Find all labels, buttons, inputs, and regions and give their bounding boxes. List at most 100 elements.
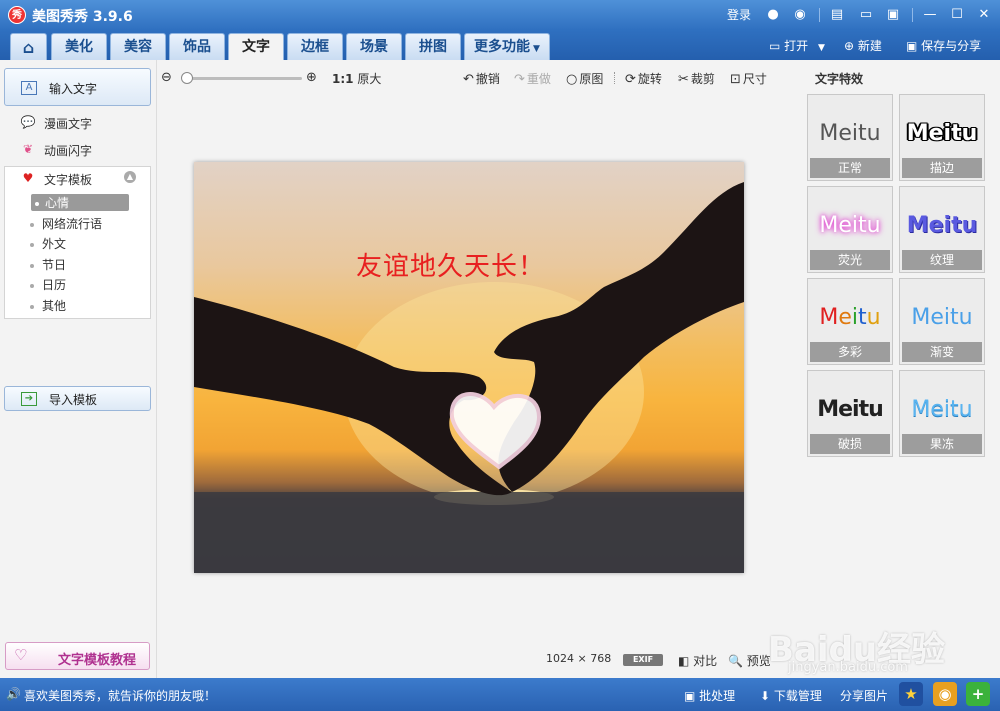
tab-more-features[interactable]: 更多功能 ▼ (464, 33, 550, 60)
zoom-slider-track[interactable] (184, 77, 302, 80)
app-logo-icon: 秀 (8, 6, 26, 24)
tab-text[interactable]: 文字 (228, 33, 284, 60)
exif-button[interactable]: EXIF (623, 654, 663, 666)
new-label: 新建 (857, 39, 882, 53)
rotate-button[interactable]: ⟳ 旋转 (625, 70, 662, 87)
save-share-label: 保存与分享 (921, 39, 982, 53)
compare-button[interactable]: ◧ 对比 (678, 652, 717, 669)
skin-icon[interactable]: ▤ (829, 7, 845, 23)
effect-glow[interactable]: Meitu 荧光 (807, 186, 893, 273)
import-template-button[interactable]: ➔ 导入模板 (4, 386, 151, 411)
weibo-icon[interactable]: ◉ (792, 7, 808, 23)
effect-label: 多彩 (810, 342, 890, 362)
undo-button[interactable]: ↶ 撤销 (463, 70, 500, 87)
effect-normal[interactable]: Meitu 正常 (807, 94, 893, 181)
effect-sample: Meitu (817, 397, 884, 422)
tab-frame[interactable]: 边框 (287, 33, 343, 60)
redo-button[interactable]: ↷ 重做 (514, 70, 551, 87)
zoom-in-button[interactable]: ⊕ (306, 70, 319, 85)
input-text-button[interactable]: A 输入文字 (4, 68, 151, 106)
image-height: 768 (590, 652, 612, 665)
effect-colorful[interactable]: Meitu 多彩 (807, 278, 893, 365)
original-image-button[interactable]: ○ 原图 (566, 70, 603, 87)
close-button[interactable]: ✕ (976, 7, 992, 23)
zoom-out-button[interactable]: ⊖ (161, 70, 174, 85)
weibo-share-icon[interactable]: ◉ (933, 682, 957, 706)
effect-sample-multicolor: Meitu (819, 305, 881, 330)
scissors-icon: ✂ (678, 72, 689, 87)
resize-label: 尺寸 (742, 72, 767, 86)
batch-button[interactable]: ▣ 批处理 (684, 687, 735, 704)
speech-bubble-icon: 💬 (20, 115, 36, 129)
photo-canvas[interactable]: 友谊地久天长！ (194, 162, 744, 573)
effect-label: 正常 (810, 158, 890, 178)
redo-label: 重做 (526, 72, 551, 86)
anim-text-label: 动画闪字 (44, 144, 93, 158)
tab-scene[interactable]: 场景 (346, 33, 402, 60)
menu-dropdown-icon[interactable]: ▣ (885, 7, 901, 23)
status-bar: 🔊 喜欢美图秀秀，就告诉你的朋友哦！ ▣ 批处理 ⬇ 下载管理 分享图片 ★ ◉… (0, 678, 1000, 711)
original-size-button[interactable]: 1:1 原大 (332, 70, 381, 87)
times-sign: × (577, 652, 587, 665)
template-item-calendar[interactable]: 日历 (30, 276, 66, 293)
effect-sample: Meitu (819, 213, 881, 238)
star-icon[interactable]: ★ (899, 682, 923, 706)
flash-heart-icon: ❦ (22, 142, 34, 156)
template-item-holiday[interactable]: 节日 (30, 256, 66, 273)
zoom-slider-handle[interactable] (181, 72, 193, 84)
resize-button[interactable]: ⊡ 尺寸 (730, 70, 767, 87)
anim-text-item[interactable]: ❦ 动画闪字 (20, 142, 140, 158)
add-icon[interactable]: + (966, 682, 990, 706)
effect-label: 渐变 (902, 342, 982, 362)
new-button[interactable]: ⊕ 新建 (844, 37, 882, 54)
template-item-internet-slang[interactable]: 网络流行语 (30, 215, 102, 232)
effect-label: 果冻 (902, 434, 982, 454)
share-photo-button[interactable]: 分享图片 (840, 687, 888, 704)
folder-icon: ▭ (769, 39, 781, 53)
download-manager-button[interactable]: ⬇ 下载管理 (760, 687, 822, 704)
tab-home[interactable]: ⌂ (10, 33, 47, 60)
comic-text-item[interactable]: 💬 漫画文字 (20, 115, 140, 131)
effect-gradient[interactable]: Meitu 渐变 (899, 278, 985, 365)
login-link[interactable]: 登录 (727, 6, 751, 23)
minimize-button[interactable]: — (922, 7, 938, 23)
divider (614, 72, 615, 84)
effect-damaged[interactable]: Meitu 破损 (807, 370, 893, 457)
template-item-foreign[interactable]: 外文 (30, 235, 66, 252)
template-panel: ♥ 文字模板 ▲ 心情 网络流行语 外文 节日 日历 其他 (4, 166, 151, 319)
tab-more-label: 更多功能 (474, 39, 531, 55)
tab-beautify[interactable]: 美化 (51, 33, 107, 60)
text-box-icon: A (21, 81, 37, 95)
open-button[interactable]: ▭ 打开 ▼ (769, 37, 825, 54)
tab-collage[interactable]: 拼图 (405, 33, 461, 60)
compare-label: 对比 (693, 654, 718, 668)
template-item-label: 心情 (45, 196, 70, 210)
maximize-button[interactable]: ☐ (949, 7, 965, 23)
qq-icon[interactable]: ● (765, 7, 781, 23)
image-width: 1024 (546, 652, 574, 665)
effect-outline[interactable]: Meitu 描边 (899, 94, 985, 181)
photo-overlay-text[interactable]: 友谊地久天长！ (356, 246, 545, 283)
status-message[interactable]: 喜欢美图秀秀，就告诉你的朋友哦！ (24, 687, 216, 704)
effect-texture[interactable]: Meitu 纹理 (899, 186, 985, 273)
save-share-button[interactable]: ▣ 保存与分享 (906, 37, 981, 54)
collapse-icon[interactable]: ▲ (124, 171, 136, 183)
ratio-label: 1:1 (332, 72, 354, 86)
template-tutorial-button[interactable]: ♡ 文字模板教程 (5, 642, 150, 670)
tab-accessories[interactable]: 饰品 (169, 33, 225, 60)
template-item-mood[interactable]: 心情 (31, 194, 129, 211)
effect-label: 荧光 (810, 250, 890, 270)
crop-label: 裁剪 (690, 72, 715, 86)
template-item-label: 日历 (42, 278, 67, 292)
effect-sample: Meitu (906, 213, 978, 238)
crop-button[interactable]: ✂ 裁剪 (678, 70, 715, 87)
tab-facial[interactable]: 美容 (110, 33, 166, 60)
template-item-other[interactable]: 其他 (30, 297, 66, 314)
effect-jelly[interactable]: Meitu 果冻 (899, 370, 985, 457)
feedback-icon[interactable]: ▭ (858, 7, 874, 23)
template-header[interactable]: ♥ 文字模板 (20, 171, 140, 187)
chevron-down-icon: ▼ (818, 43, 825, 53)
rotate-icon: ⟳ (625, 72, 636, 87)
bullet (35, 201, 39, 206)
preview-button[interactable]: 🔍 预览 (728, 652, 771, 669)
